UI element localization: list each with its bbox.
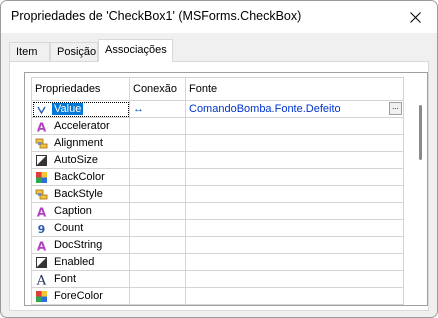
table-row[interactable]: BackColor	[31, 168, 404, 186]
header-source[interactable]: Fonte	[185, 77, 404, 101]
property-cell[interactable]: BackColor	[31, 168, 130, 186]
property-name: Caption	[54, 205, 92, 217]
source-cell[interactable]	[185, 202, 404, 220]
connection-cell[interactable]	[129, 168, 186, 186]
table-row[interactable]: A Accelerator	[31, 117, 404, 135]
property-name: BackColor	[54, 171, 105, 183]
source-cell[interactable]	[185, 134, 404, 152]
text-a-icon: A	[35, 120, 48, 133]
scrollbar-thumb[interactable]	[419, 105, 422, 160]
tab-associations[interactable]: Associações	[98, 39, 173, 62]
window-title: Propriedades de 'CheckBox1' (MSForms.Che…	[11, 9, 302, 23]
property-name: Font	[54, 273, 77, 285]
connection-cell[interactable]	[129, 185, 186, 203]
property-cell[interactable]: AutoSize	[31, 151, 130, 169]
table-row[interactable]: A DocString	[31, 236, 404, 254]
text-a-icon: A	[35, 239, 48, 252]
source-cell[interactable]	[185, 151, 404, 169]
svg-text:A: A	[37, 239, 47, 252]
property-cell[interactable]: A Font	[31, 270, 130, 288]
header-properties[interactable]: Propriedades	[31, 77, 130, 101]
table-row[interactable]: BackStyle	[31, 185, 404, 203]
alignment-icon	[35, 137, 48, 150]
source-cell[interactable]	[185, 168, 404, 186]
tab-panel-associations: Propriedades Conexão Fonte Value ↔ Comando…	[9, 61, 429, 311]
table-row[interactable]: Enabled	[31, 253, 404, 271]
tab-position[interactable]: Posição	[50, 42, 98, 61]
close-icon	[409, 11, 421, 23]
property-name: DocString	[54, 239, 103, 251]
property-cell[interactable]: A Caption	[31, 202, 130, 220]
svg-text:9: 9	[38, 223, 46, 235]
connection-cell[interactable]	[129, 253, 186, 271]
color-icon	[35, 171, 48, 184]
property-cell[interactable]: A Accelerator	[31, 117, 130, 135]
source-cell[interactable]: ComandoBomba.Fonte.Defeito...	[185, 100, 404, 118]
text-a-icon: A	[35, 205, 48, 218]
property-cell[interactable]: Value	[31, 100, 130, 118]
boolean-icon	[35, 154, 48, 167]
table-row[interactable]: ForeColor	[31, 287, 404, 305]
source-cell[interactable]	[185, 270, 404, 288]
variable-icon	[35, 103, 48, 116]
tab-item[interactable]: Item	[9, 42, 50, 61]
connection-cell[interactable]	[129, 287, 186, 305]
table-row[interactable]: Value ↔ ComandoBomba.Fonte.Defeito...	[31, 100, 404, 118]
number-9-icon: 9	[35, 222, 48, 235]
svg-text:A: A	[37, 120, 47, 133]
property-name: Accelerator	[54, 120, 110, 132]
source-cell[interactable]	[185, 253, 404, 271]
bindings-grid: Propriedades Conexão Fonte Value ↔ Comando…	[24, 72, 428, 306]
svg-text:A: A	[36, 273, 47, 286]
svg-text:A: A	[37, 205, 47, 218]
connection-cell[interactable]	[129, 151, 186, 169]
boolean-icon	[35, 256, 48, 269]
source-cell[interactable]	[185, 236, 404, 254]
source-cell[interactable]	[185, 185, 404, 203]
connection-cell[interactable]: ↔	[129, 100, 186, 118]
property-cell[interactable]: ForeColor	[31, 287, 130, 305]
connection-cell[interactable]	[129, 202, 186, 220]
property-name: Enabled	[54, 256, 95, 268]
bindings-table: Propriedades Conexão Fonte Value ↔ Comando…	[31, 77, 404, 305]
vertical-scrollbar[interactable]	[417, 75, 423, 303]
property-name: Alignment	[54, 137, 103, 149]
property-name: Value	[52, 103, 84, 115]
connection-cell[interactable]	[129, 117, 186, 135]
table-row[interactable]: 9 Count	[31, 219, 404, 237]
property-name: ForeColor	[54, 290, 103, 302]
title-bar: Propriedades de 'CheckBox1' (MSForms.Che…	[1, 1, 437, 33]
connection-cell[interactable]	[129, 236, 186, 254]
table-row[interactable]: Alignment	[31, 134, 404, 152]
source-cell[interactable]	[185, 117, 404, 135]
header-connection[interactable]: Conexão	[129, 77, 186, 101]
font-icon: A	[35, 273, 48, 286]
property-cell[interactable]: BackStyle	[31, 185, 130, 203]
property-name: Count	[54, 222, 84, 234]
alignment-icon	[35, 188, 48, 201]
connection-cell[interactable]	[129, 134, 186, 152]
source-cell[interactable]	[185, 219, 404, 237]
table-row[interactable]: A Font	[31, 270, 404, 288]
property-cell[interactable]: Enabled	[31, 253, 130, 271]
tab-strip: Item Posição Associações	[9, 39, 429, 62]
property-name: AutoSize	[54, 154, 99, 166]
property-cell[interactable]: A DocString	[31, 236, 130, 254]
table-row[interactable]: A Caption	[31, 202, 404, 220]
source-value: ComandoBomba.Fonte.Defeito	[189, 103, 341, 115]
color-icon	[35, 290, 48, 303]
property-name: BackStyle	[54, 188, 103, 200]
table-row[interactable]: AutoSize	[31, 151, 404, 169]
property-cell[interactable]: Alignment	[31, 134, 130, 152]
source-cell[interactable]	[185, 287, 404, 305]
connection-cell[interactable]	[129, 219, 186, 237]
connection-cell[interactable]	[129, 270, 186, 288]
property-cell[interactable]: 9 Count	[31, 219, 130, 237]
browse-source-button[interactable]: ...	[389, 102, 402, 115]
properties-dialog: Propriedades de 'CheckBox1' (MSForms.Che…	[0, 0, 438, 318]
close-button[interactable]	[397, 3, 433, 31]
table-header-row: Propriedades Conexão Fonte	[31, 77, 404, 101]
